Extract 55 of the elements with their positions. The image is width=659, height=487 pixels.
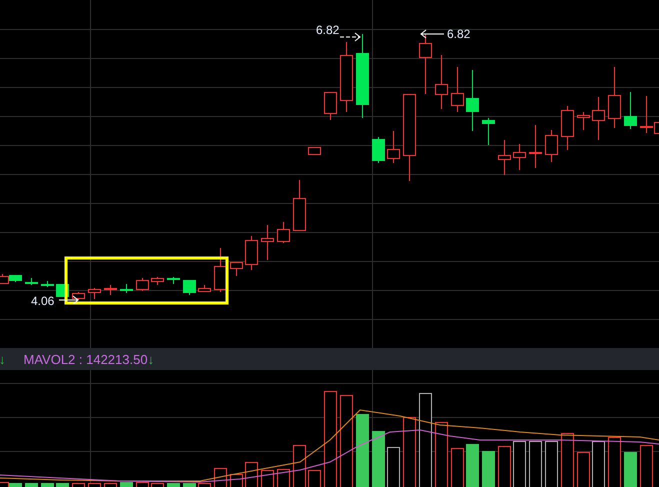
candlestick — [624, 92, 637, 130]
candlestick — [592, 96, 605, 140]
volume-bar — [41, 483, 54, 487]
volume-bar — [624, 452, 637, 487]
candlestick — [340, 42, 353, 112]
candlestick — [151, 276, 164, 286]
candlestick — [451, 66, 464, 112]
price-label: 6.82 — [316, 23, 340, 37]
candlestick — [120, 284, 133, 294]
candlestick — [308, 146, 321, 155]
candlestick — [561, 106, 574, 150]
candlestick — [230, 262, 243, 276]
candlestick — [88, 288, 101, 300]
candlestick — [466, 70, 479, 132]
arrow — [58, 296, 79, 304]
candlestick — [183, 280, 196, 296]
volume-bar — [183, 483, 196, 487]
candlestick — [372, 136, 385, 164]
indicator-value: MAVOL2 : 142213.50 — [24, 352, 148, 366]
candlestick — [608, 66, 621, 128]
arrow — [420, 30, 444, 38]
candlestick — [245, 236, 258, 270]
volume-bar — [56, 483, 69, 487]
candlestick — [435, 54, 448, 110]
candlestick — [261, 224, 274, 260]
candlestick — [513, 144, 526, 170]
candlestick — [577, 112, 590, 130]
candlestick — [387, 130, 400, 164]
candlestick — [214, 248, 227, 292]
candlestick — [498, 140, 511, 176]
price-label: 6.82 — [447, 27, 470, 41]
candlestick — [41, 280, 54, 288]
volume-bar — [167, 483, 180, 487]
volume-bar — [120, 482, 133, 487]
candlestick — [167, 276, 180, 284]
candlestick — [198, 284, 211, 292]
volume-bar — [25, 483, 38, 487]
candlestick — [529, 124, 542, 168]
candlestick — [293, 180, 306, 231]
candlestick — [419, 34, 432, 94]
volume-bar — [372, 431, 385, 487]
candlestick — [25, 278, 38, 286]
volume-bar — [466, 444, 479, 487]
down-marker: ↓ — [148, 352, 154, 366]
candlestick — [136, 278, 149, 292]
candlestick — [72, 292, 85, 300]
volume-bar — [482, 451, 495, 487]
arrow — [340, 32, 361, 42]
candlestick — [104, 284, 117, 296]
price-label: 4.06 — [31, 294, 54, 308]
down-marker: ↓ — [0, 352, 6, 366]
candlestick — [324, 92, 337, 120]
candlestick — [277, 222, 290, 244]
candlestick — [482, 118, 495, 146]
candlestick — [545, 130, 558, 162]
